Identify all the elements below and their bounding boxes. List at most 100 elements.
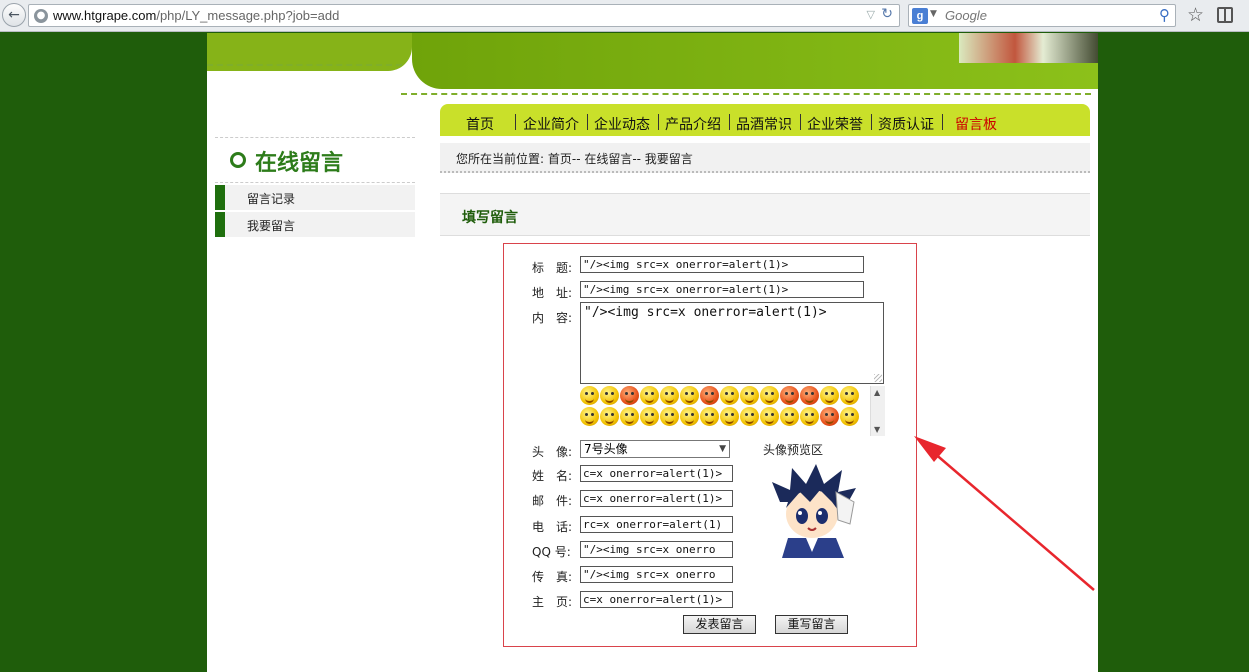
back-arrow-icon[interactable]: ← [2, 3, 26, 27]
phone-label: 电 话: [532, 520, 573, 534]
content-label: 内 容: [532, 311, 573, 325]
reset-button[interactable]: 重写留言 [775, 615, 848, 634]
phone-field[interactable]: rc=x onerror=alert(1) [580, 516, 733, 533]
emoji-icon[interactable] [640, 386, 659, 405]
nav-item-certification[interactable]: 资质认证 [878, 114, 934, 134]
browser-toolbar: ← ● www.htgrape.com/php/LY_message.php?j… [0, 0, 1249, 32]
avatar-preview-label: 头像预览区 [763, 443, 824, 457]
section-title: 填写留言 [462, 210, 518, 226]
google-icon[interactable]: g [912, 8, 928, 24]
address-bar[interactable]: ● www.htgrape.com/php/LY_message.php?job… [28, 4, 900, 27]
emoji-icon[interactable] [800, 386, 819, 405]
qq-field[interactable]: "/><img src=x onerro [580, 541, 733, 558]
emoji-icon[interactable] [580, 386, 599, 405]
emoji-icon[interactable] [680, 386, 699, 405]
breadcrumb: 您所在当前位置: 首页-- 在线留言-- 我要留言 [440, 143, 1090, 173]
emoji-icon[interactable] [700, 386, 719, 405]
nav-item-about[interactable]: 企业简介 [523, 114, 579, 134]
search-input[interactable]: Google [945, 8, 987, 23]
nav-separator [658, 114, 659, 130]
homepage-field[interactable]: c=x onerror=alert(1)> [580, 591, 733, 608]
nav-separator [800, 114, 801, 130]
sidebar-item-leave-message[interactable]: 我要留言 [215, 212, 415, 237]
sidebar-title: 在线留言 [255, 151, 344, 176]
emoji-scrollbar[interactable]: ▲ ▼ [870, 386, 885, 436]
emoji-icon[interactable] [740, 407, 759, 426]
avatar-preview-image [772, 464, 856, 558]
nav-separator [871, 114, 872, 130]
emoji-panel: ▲ ▼ [580, 386, 885, 436]
avatar-select-value: 7号头像 [584, 442, 628, 456]
search-icon[interactable]: ⚲ [1159, 6, 1170, 24]
emoji-icon[interactable] [620, 386, 639, 405]
emoji-icon[interactable] [760, 386, 779, 405]
resize-handle-icon[interactable] [874, 374, 882, 382]
emoji-icon[interactable] [780, 386, 799, 405]
emoji-icon[interactable] [760, 407, 779, 426]
url-host: www.htgrape.com [53, 8, 157, 23]
chevron-down-icon: ▼ [719, 444, 726, 454]
banner-dashed-line [401, 93, 1091, 95]
submit-button[interactable]: 发表留言 [683, 615, 756, 634]
nav-item-guestbook[interactable]: 留言板 [955, 114, 997, 134]
emoji-icon[interactable] [660, 386, 679, 405]
email-field[interactable]: c=x onerror=alert(1)> [580, 490, 733, 507]
emoji-icon[interactable] [780, 407, 799, 426]
emoji-icon[interactable] [640, 407, 659, 426]
avatar-select[interactable]: 7号头像 ▼ [580, 440, 730, 458]
url-dropdown-icon[interactable]: ▽ [867, 8, 875, 21]
scroll-up-icon[interactable]: ▲ [874, 388, 880, 397]
nav-item-products[interactable]: 产品介绍 [665, 114, 721, 134]
bookmark-star-icon[interactable]: ☆ [1187, 4, 1204, 26]
content-textarea[interactable]: "/><img src=x onerror=alert(1)> [580, 302, 884, 384]
nav-item-wine-knowledge[interactable]: 品酒常识 [736, 114, 792, 134]
sidebar-item-message-records[interactable]: 留言记录 [215, 185, 415, 210]
emoji-icon[interactable] [660, 407, 679, 426]
emoji-icon[interactable] [600, 386, 619, 405]
sidebar-item-label: 留言记录 [247, 192, 296, 206]
fax-field[interactable]: "/><img src=x onerro [580, 566, 733, 583]
emoji-icon[interactable] [580, 407, 599, 426]
title-field[interactable]: "/><img src=x onerror=alert(1)> [580, 256, 864, 273]
emoji-icon[interactable] [800, 407, 819, 426]
emoji-icon[interactable] [680, 407, 699, 426]
nav-separator [942, 114, 943, 130]
avatar-label: 头 像: [532, 445, 573, 459]
nav-item-home[interactable]: 首页 [466, 114, 494, 134]
nav-separator [515, 114, 516, 130]
title-label: 标 题: [532, 261, 573, 275]
name-label: 姓 名: [532, 469, 573, 483]
nav-item-honors[interactable]: 企业荣誉 [807, 114, 863, 134]
sidebar-header: 在线留言 [215, 137, 415, 183]
name-field[interactable]: c=x onerror=alert(1)> [580, 465, 733, 482]
emoji-icon[interactable] [840, 386, 859, 405]
emoji-icon[interactable] [820, 386, 839, 405]
homepage-label: 主 页: [532, 595, 573, 609]
nav-item-news[interactable]: 企业动态 [594, 114, 650, 134]
qq-label: QQ 号: [532, 545, 571, 559]
emoji-icon[interactable] [820, 407, 839, 426]
globe-icon: ● [34, 9, 48, 23]
reload-icon[interactable]: ↻ [881, 6, 893, 22]
address-field[interactable]: "/><img src=x onerror=alert(1)> [580, 281, 864, 298]
url-text[interactable]: www.htgrape.com/php/LY_message.php?job=a… [53, 8, 339, 23]
nav-separator [587, 114, 588, 130]
banner-flower-image [959, 33, 1098, 63]
scroll-down-icon[interactable]: ▼ [874, 425, 880, 434]
emoji-grid [580, 386, 870, 428]
chevron-down-icon[interactable]: ▼ [930, 9, 937, 19]
emoji-icon[interactable] [720, 386, 739, 405]
main-nav: 首页 企业简介 企业动态 产品介绍 品酒常识 企业荣誉 资质认证 留言板 [440, 104, 1090, 136]
circle-icon [230, 152, 246, 168]
emoji-icon[interactable] [620, 407, 639, 426]
reading-list-icon[interactable] [1217, 7, 1233, 23]
banner-dashed-line [207, 64, 402, 66]
search-box[interactable]: g ▼ Google ⚲ [908, 4, 1176, 27]
emoji-icon[interactable] [720, 407, 739, 426]
emoji-icon[interactable] [840, 407, 859, 426]
sidebar-item-label: 我要留言 [247, 219, 296, 233]
emoji-icon[interactable] [740, 386, 759, 405]
emoji-icon[interactable] [700, 407, 719, 426]
emoji-icon[interactable] [600, 407, 619, 426]
content-text: "/><img src=x onerror=alert(1)> [584, 305, 827, 320]
